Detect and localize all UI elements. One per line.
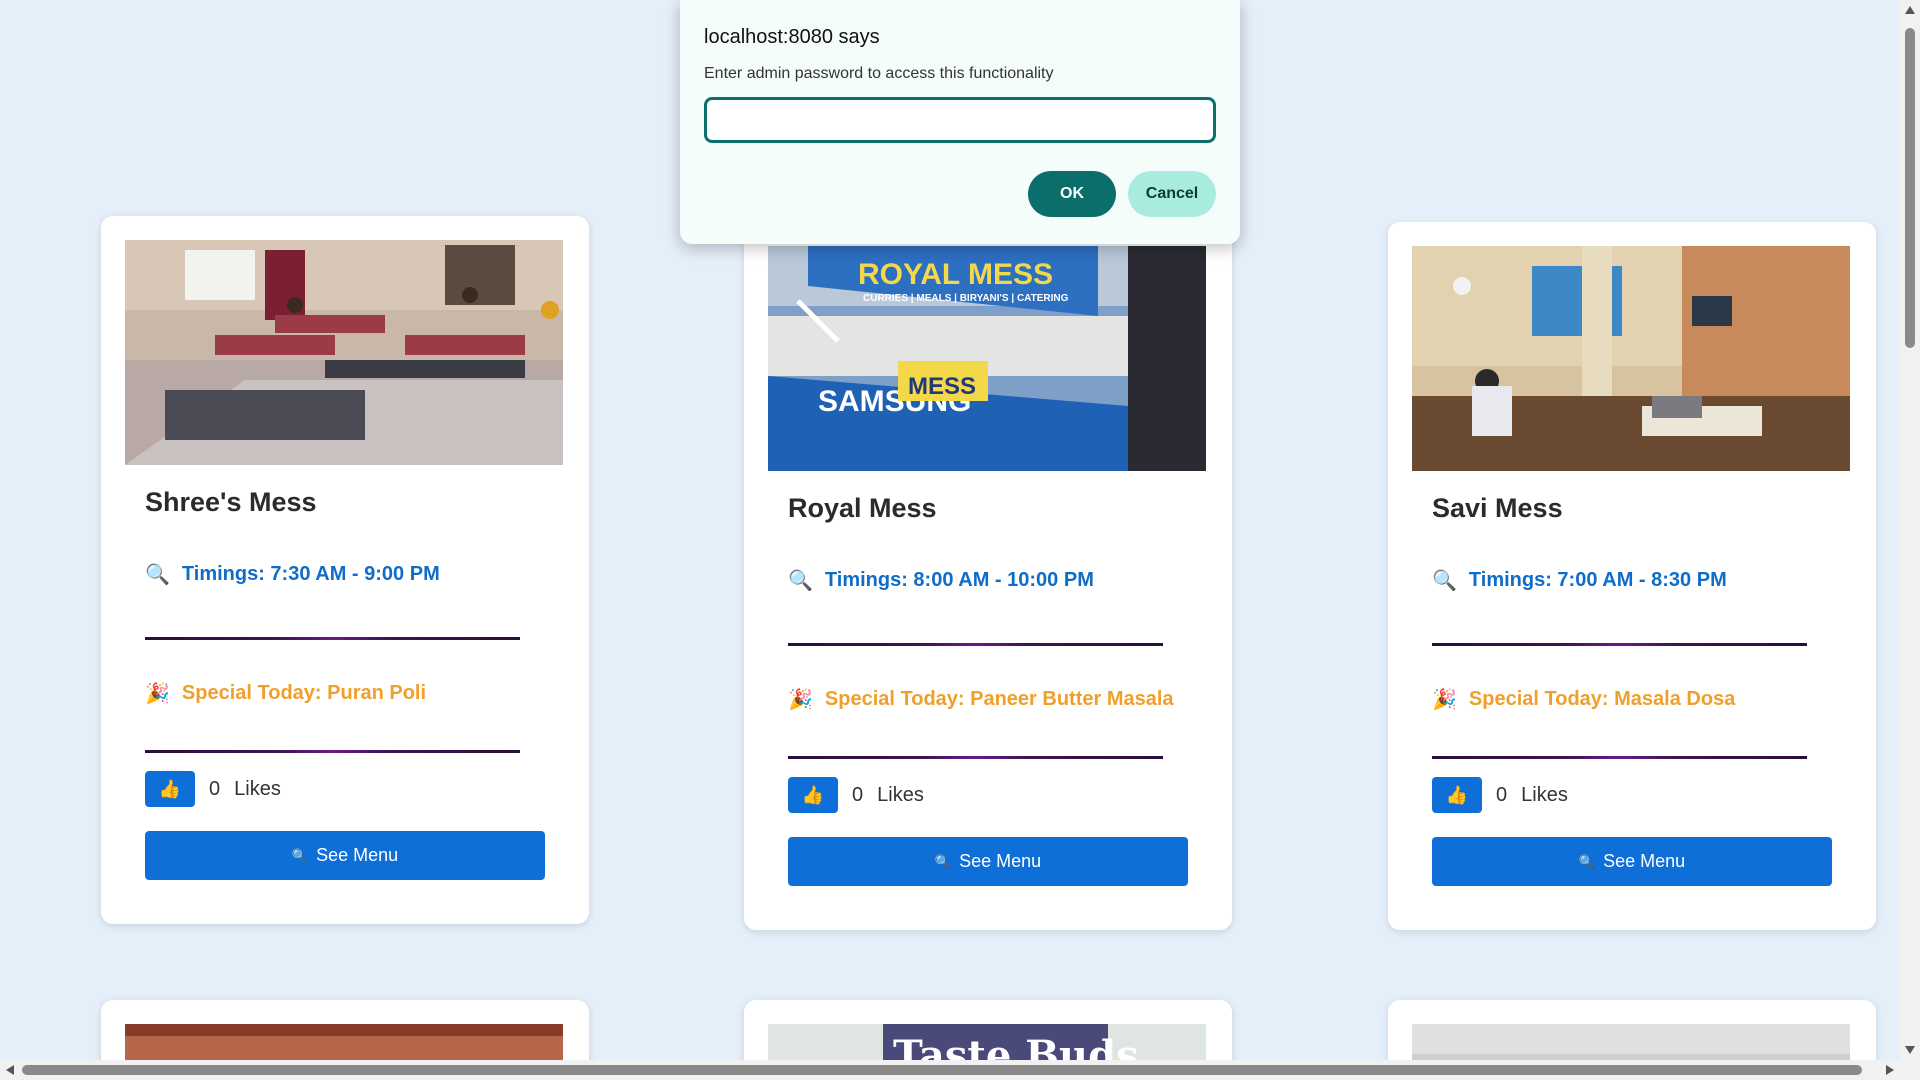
divider xyxy=(145,750,520,753)
timings-text: Timings: 7:00 AM - 8:30 PM xyxy=(1468,569,1727,591)
mess-photo: ROYAL MESS CURRIES | MEALS | BIRYANI'S |… xyxy=(768,246,1206,471)
see-menu-button[interactable]: 🔍 See Menu xyxy=(1432,837,1832,886)
search-icon: 🔍 xyxy=(934,853,952,869)
mess-name: Shree's Mess xyxy=(145,487,317,517)
mess-card-royal: ROYAL MESS CURRIES | MEALS | BIRYANI'S |… xyxy=(744,222,1232,930)
likes-label: Likes xyxy=(234,777,281,800)
divider xyxy=(788,643,1163,646)
special-today: 🎉 Special Today: Paneer Butter Masala xyxy=(788,687,1188,712)
dialog-message: Enter admin password to access this func… xyxy=(704,65,1054,82)
mess-photo xyxy=(125,240,563,465)
horizontal-scrollbar[interactable] xyxy=(0,1060,1900,1080)
special-text: Special Today: Masala Dosa xyxy=(1468,688,1736,710)
svg-text:CURRIES | MEALS | BIRYANI'S |: CURRIES | MEALS | BIRYANI'S | CATERING xyxy=(863,293,1069,304)
search-icon: 🔍 xyxy=(291,847,309,863)
search-icon: 🔍 xyxy=(1432,570,1457,592)
mess-name: Royal Mess xyxy=(788,493,937,523)
horizontal-scroll-thumb[interactable] xyxy=(22,1065,1862,1075)
timings-text: Timings: 7:30 AM - 9:00 PM xyxy=(181,563,440,585)
timings: 🔍 Timings: 7:30 AM - 9:00 PM xyxy=(145,562,545,587)
search-icon: 🔍 xyxy=(1578,853,1596,869)
special-text: Special Today: Paneer Butter Masala xyxy=(824,688,1174,710)
special-text: Special Today: Puran Poli xyxy=(181,682,427,704)
search-icon: 🔍 xyxy=(788,570,813,592)
thumbs-up-icon: 👍 xyxy=(1445,784,1469,805)
scroll-up-arrow-icon[interactable] xyxy=(1905,6,1915,14)
likes-count: 0 xyxy=(852,783,864,806)
divider xyxy=(1432,643,1807,646)
svg-text:ROYAL MESS: ROYAL MESS xyxy=(858,258,1053,291)
see-menu-button[interactable]: 🔍 See Menu xyxy=(145,831,545,880)
see-menu-button[interactable]: 🔍 See Menu xyxy=(788,837,1188,886)
see-menu-label: See Menu xyxy=(959,851,1042,871)
divider xyxy=(788,756,1163,759)
prompt-dialog: localhost:8080 says Enter admin password… xyxy=(680,0,1240,244)
scroll-left-arrow-icon[interactable] xyxy=(6,1065,14,1075)
vertical-scrollbar[interactable] xyxy=(1900,0,1920,1080)
likes-label: Likes xyxy=(1521,783,1568,806)
like-button[interactable]: 👍 xyxy=(788,777,838,813)
likes-label: Likes xyxy=(877,783,924,806)
likes-count: 0 xyxy=(209,777,221,800)
thumbs-up-icon: 👍 xyxy=(801,784,825,805)
likes-count: 0 xyxy=(1496,783,1508,806)
party-popper-icon: 🎉 xyxy=(1432,689,1457,711)
special-today: 🎉 Special Today: Masala Dosa xyxy=(1432,687,1832,712)
dialog-title: localhost:8080 says xyxy=(704,26,880,48)
scroll-down-arrow-icon[interactable] xyxy=(1905,1046,1915,1054)
likes-row: 👍 0 Likes xyxy=(788,777,1188,813)
like-button[interactable]: 👍 xyxy=(145,771,195,807)
cancel-button[interactable]: Cancel xyxy=(1128,171,1216,217)
like-button[interactable]: 👍 xyxy=(1432,777,1482,813)
svg-text:MESS: MESS xyxy=(908,373,976,400)
mess-name: Savi Mess xyxy=(1432,493,1563,523)
mess-photo xyxy=(1412,246,1850,471)
scroll-right-arrow-icon[interactable] xyxy=(1886,1065,1894,1075)
party-popper-icon: 🎉 xyxy=(788,689,813,711)
timings: 🔍 Timings: 8:00 AM - 10:00 PM xyxy=(788,568,1188,593)
search-icon: 🔍 xyxy=(145,564,170,586)
likes-row: 👍 0 Likes xyxy=(145,771,545,807)
divider xyxy=(1432,756,1807,759)
thumbs-up-icon: 👍 xyxy=(158,778,182,799)
mess-card-shrees: Shree's Mess 🔍 Timings: 7:30 AM - 9:00 P… xyxy=(101,216,589,924)
timings-text: Timings: 8:00 AM - 10:00 PM xyxy=(824,569,1094,591)
party-popper-icon: 🎉 xyxy=(145,683,170,705)
timings: 🔍 Timings: 7:00 AM - 8:30 PM xyxy=(1432,568,1832,593)
divider xyxy=(145,637,520,640)
dialog-buttons: OK Cancel xyxy=(1028,171,1216,217)
password-input[interactable] xyxy=(704,97,1216,143)
likes-row: 👍 0 Likes xyxy=(1432,777,1832,813)
ok-button[interactable]: OK xyxy=(1028,171,1116,217)
vertical-scroll-thumb[interactable] xyxy=(1905,28,1915,348)
special-today: 🎉 Special Today: Puran Poli xyxy=(145,681,545,706)
see-menu-label: See Menu xyxy=(1603,851,1686,871)
see-menu-label: See Menu xyxy=(316,845,399,865)
mess-card-savi: Savi Mess 🔍 Timings: 7:00 AM - 8:30 PM 🎉… xyxy=(1388,222,1876,930)
